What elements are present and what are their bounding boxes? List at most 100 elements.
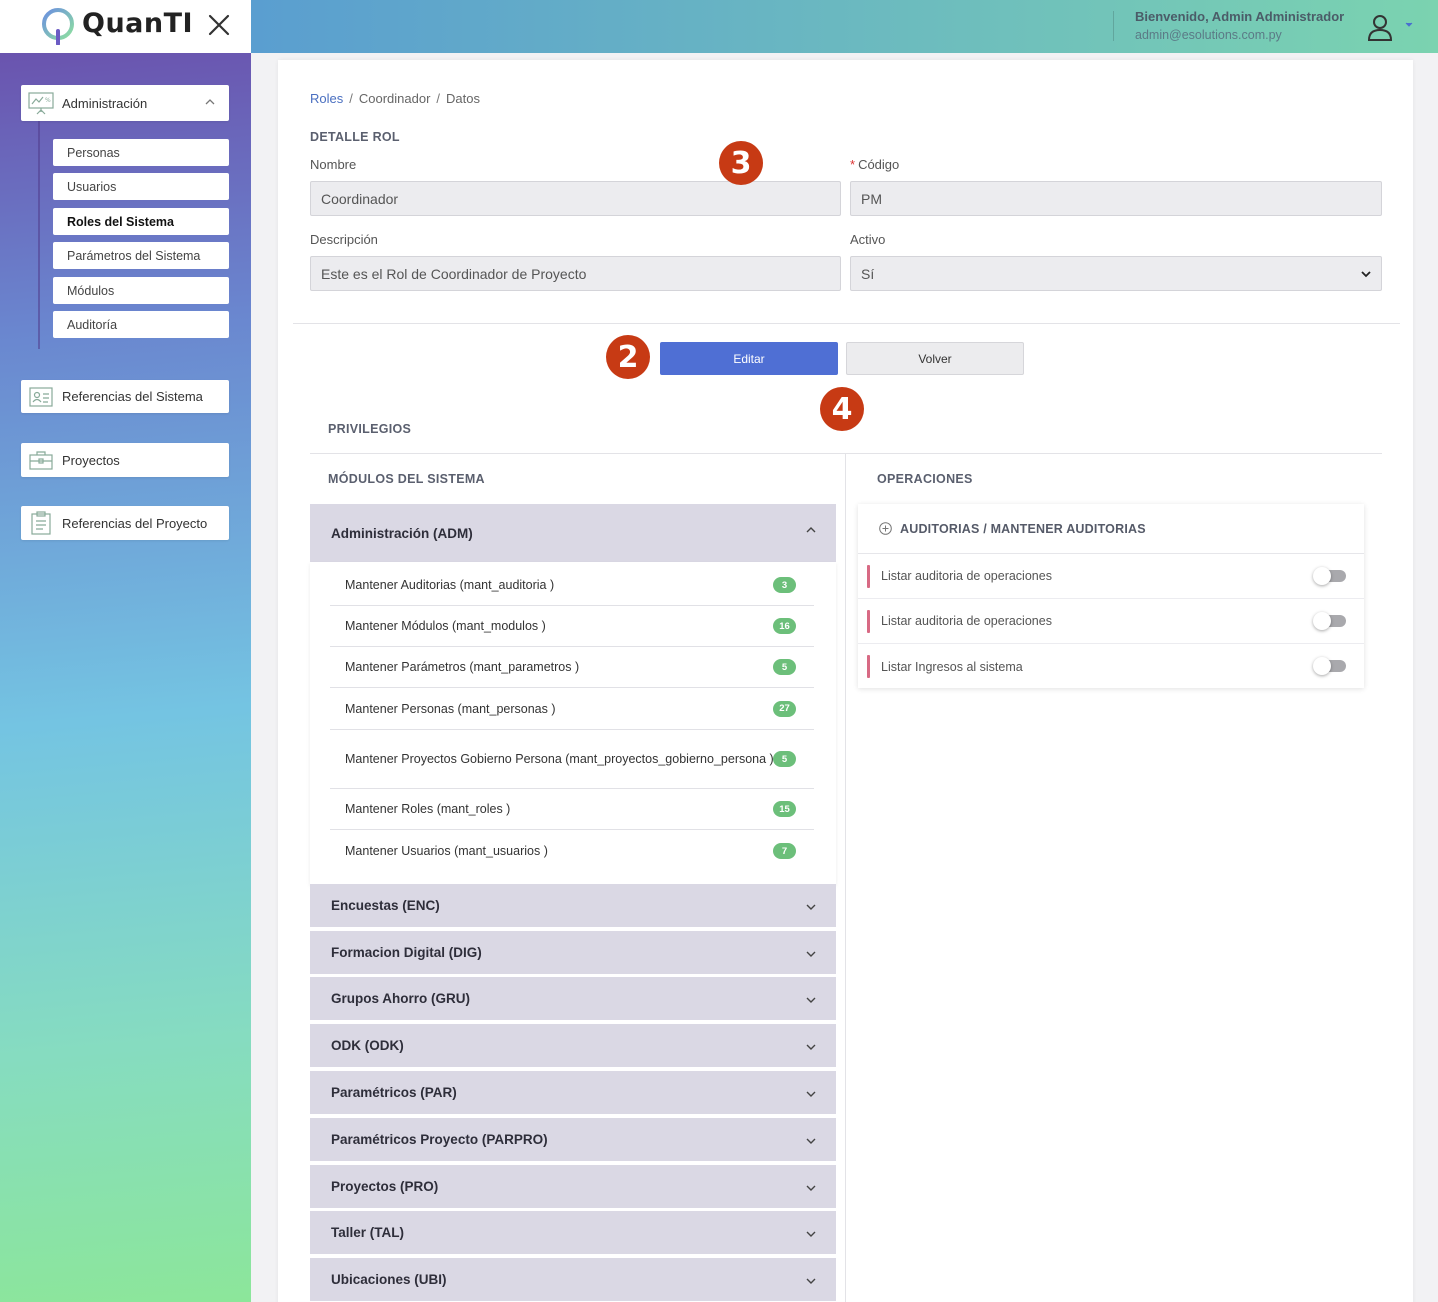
descripcion-field[interactable]: Este es el Rol de Coordinador de Proyect… — [310, 256, 841, 291]
chevron-down-icon — [1361, 271, 1371, 278]
sidebar-item-label: Personas — [67, 145, 120, 160]
required-asterisk: * — [850, 157, 856, 172]
sidebar-group-label: Proyectos — [62, 452, 120, 468]
module-label: Administración (ADM) — [331, 525, 473, 541]
module-label: Ubicaciones (UBI) — [331, 1272, 447, 1287]
module-accordion-formacion-digital[interactable]: Formacion Digital (DIG) — [310, 931, 836, 974]
module-accordion-ubicaciones[interactable]: Ubicaciones (UBI) — [310, 1258, 836, 1301]
top-header: Bienvenido, Admin Administrador admin@es… — [251, 0, 1438, 53]
chevron-down-icon — [806, 997, 816, 1003]
clipboard-icon — [31, 511, 51, 535]
privileges-divider — [310, 453, 1382, 454]
sidebar-item-parametros-del-sistema[interactable]: Parámetros del Sistema — [53, 242, 229, 269]
operation-toggle[interactable] — [1313, 612, 1346, 630]
sidebar-group-administracion[interactable]: % Administración — [21, 85, 229, 121]
sidebar-group-referencias-del-proyecto[interactable]: Referencias del Proyecto — [21, 506, 229, 540]
breadcrumb-separator: / — [349, 91, 353, 106]
edit-button[interactable]: Editar — [660, 342, 838, 375]
step-marker-2: 2 — [606, 335, 650, 379]
sidebar: QuanTI % Administración Personas Usuario… — [0, 0, 251, 1302]
module-accordion-parametricos-proyecto[interactable]: Paramétricos Proyecto (PARPRO) — [310, 1118, 836, 1161]
sidebar-group-referencias-del-sistema[interactable]: Referencias del Sistema — [21, 380, 229, 413]
operation-row: Listar auditoria de operaciones — [858, 554, 1364, 599]
sidebar-item-roles-del-sistema[interactable]: Roles del Sistema — [53, 208, 229, 235]
count-badge: 15 — [773, 801, 796, 817]
module-label: Paramétricos Proyecto (PARPRO) — [331, 1132, 548, 1147]
codigo-label-text: Código — [858, 157, 900, 172]
module-accordion-grupos-ahorro[interactable]: Grupos Ahorro (GRU) — [310, 977, 836, 1020]
module-accordion-encuestas[interactable]: Encuestas (ENC) — [310, 884, 836, 927]
breadcrumb-coordinador[interactable]: Coordinador — [359, 91, 431, 106]
nombre-field[interactable]: Coordinador — [310, 181, 841, 216]
submodule-item[interactable]: Mantener Roles (mant_roles ) 15 — [330, 789, 814, 830]
sidebar-item-usuarios[interactable]: Usuarios — [53, 173, 229, 200]
sidebar-item-auditoria[interactable]: Auditoría — [53, 311, 229, 338]
submodule-item[interactable]: Mantener Parámetros (mant_parametros ) 5 — [330, 647, 814, 688]
sidebar-item-label: Módulos — [67, 283, 115, 298]
breadcrumb-roles-link[interactable]: Roles — [310, 91, 343, 106]
operations-header: AUDITORIAS / MANTENER AUDITORIAS — [858, 504, 1364, 554]
descripcion-value: Este es el Rol de Coordinador de Proyect… — [321, 265, 587, 282]
quanti-logo-icon — [42, 8, 74, 45]
module-accordion-administracion[interactable]: Administración (ADM) — [310, 504, 836, 562]
count-badge: 5 — [773, 659, 796, 675]
column-separator — [845, 454, 846, 1302]
operations-header-label: AUDITORIAS / MANTENER AUDITORIAS — [900, 521, 1146, 536]
step-marker-3: 3 — [719, 141, 763, 185]
count-badge: 27 — [773, 700, 796, 717]
chevron-up-icon — [205, 99, 215, 105]
submodule-label: Mantener Proyectos Gobierno Persona (man… — [345, 752, 774, 766]
svg-text:%: % — [45, 97, 51, 104]
nombre-label: Nombre — [310, 157, 357, 172]
submodule-item[interactable]: Mantener Auditorias (mant_auditoria ) 3 — [330, 565, 814, 606]
operations-panel: AUDITORIAS / MANTENER AUDITORIAS Listar … — [858, 504, 1364, 688]
module-accordion-odk[interactable]: ODK (ODK) — [310, 1024, 836, 1067]
operation-indicator — [867, 655, 870, 678]
sidebar-item-personas[interactable]: Personas — [53, 139, 229, 166]
breadcrumb-separator: / — [436, 91, 441, 106]
chevron-up-icon — [806, 527, 816, 533]
operation-row: Listar auditoria de operaciones — [858, 599, 1364, 644]
operation-toggle[interactable] — [1313, 567, 1346, 585]
submodule-list: Mantener Auditorias (mant_auditoria ) 3 M… — [310, 562, 836, 884]
submodule-item[interactable]: Mantener Usuarios (mant_usuarios ) 7 — [330, 830, 814, 872]
module-label: Encuestas (ENC) — [331, 898, 440, 913]
submenu-guide-line — [38, 121, 40, 349]
chevron-down-icon — [806, 1231, 816, 1237]
caret-down-icon[interactable] — [1405, 22, 1413, 28]
operation-toggle[interactable] — [1313, 657, 1346, 675]
sidebar-group-proyectos[interactable]: Proyectos — [21, 443, 229, 477]
module-accordion-proyectos[interactable]: Proyectos (PRO) — [310, 1165, 836, 1208]
codigo-field[interactable]: PM — [850, 181, 1382, 216]
breadcrumb-current: Datos — [446, 91, 481, 106]
role-detail-card: Roles / Coordinador / Datos DETALLE ROL Nomb… — [278, 60, 1413, 1302]
count-badge: 5 — [773, 751, 796, 767]
activo-label: Activo — [850, 232, 886, 247]
activo-select[interactable]: Sí — [850, 256, 1382, 291]
logo-text: QuanTI — [82, 8, 194, 39]
submodule-item[interactable]: Mantener Personas (mant_personas ) 27 — [330, 688, 814, 730]
submodule-item[interactable]: Mantener Módulos (mant_modulos ) 16 — [330, 606, 814, 647]
sidebar-item-modulos[interactable]: Módulos — [53, 277, 229, 304]
submodule-item[interactable]: Mantener Proyectos Gobierno Persona (man… — [330, 730, 814, 789]
close-sidebar-icon[interactable] — [206, 12, 232, 38]
sidebar-item-label: Roles del Sistema — [67, 214, 174, 229]
plus-circle-icon — [879, 522, 892, 535]
count-badge: 3 — [773, 577, 796, 593]
logo-bar: QuanTI — [0, 0, 251, 53]
count-badge: 16 — [773, 618, 796, 634]
operation-label: Listar Ingresos al sistema — [881, 659, 1023, 674]
submodule-label: Mantener Usuarios (mant_usuarios ) — [345, 844, 548, 858]
header-divider — [1113, 11, 1114, 41]
chevron-down-icon — [806, 1091, 816, 1097]
module-accordion-taller[interactable]: Taller (TAL) — [310, 1211, 836, 1254]
submodule-label: Mantener Módulos (mant_modulos ) — [345, 619, 546, 633]
operation-indicator — [867, 610, 870, 633]
back-button[interactable]: Volver — [846, 342, 1024, 375]
codigo-label: * Código — [850, 157, 899, 172]
module-accordion-parametricos[interactable]: Paramétricos (PAR) — [310, 1071, 836, 1114]
form-divider — [293, 323, 1400, 324]
id-card-icon — [29, 386, 53, 407]
user-avatar-icon[interactable] — [1365, 12, 1395, 42]
submodule-label: Mantener Auditorias (mant_auditoria ) — [345, 578, 555, 592]
